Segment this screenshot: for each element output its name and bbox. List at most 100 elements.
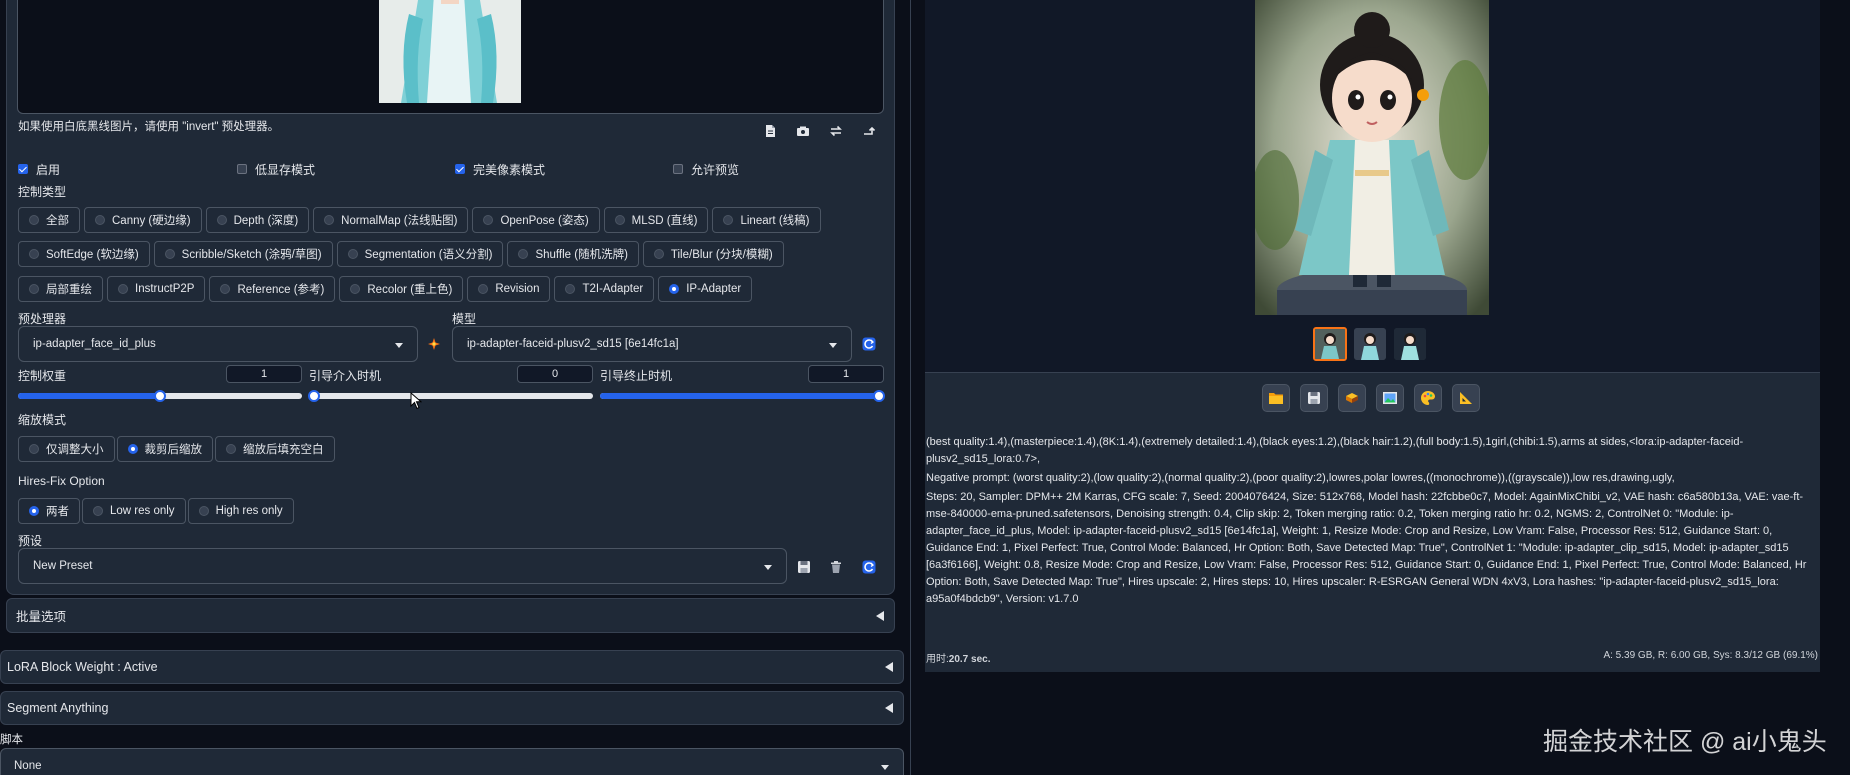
control-type-canny[interactable]: Canny (硬边缘) bbox=[84, 207, 202, 233]
radio-label: Depth (深度) bbox=[233, 215, 299, 227]
radio-label: Shuffle (随机洗牌) bbox=[535, 249, 628, 261]
picture-icon bbox=[1383, 392, 1397, 404]
negative-prompt-text: Negative prompt: (worst quality:2),(low … bbox=[926, 472, 1675, 484]
control-type-lineart[interactable]: Lineart (线稿) bbox=[712, 207, 821, 233]
control-type-row-3: 局部重绘 InstructP2P Reference (参考) Recolor … bbox=[18, 276, 756, 302]
slider-thumb[interactable] bbox=[308, 390, 320, 402]
radio-label: 局部重绘 bbox=[46, 284, 92, 296]
refresh-models-icon[interactable] bbox=[861, 336, 877, 352]
hires-option-group: 两者 Low res only High res only bbox=[18, 498, 298, 524]
control-type-segmentation[interactable]: Segmentation (语义分割) bbox=[336, 241, 504, 267]
preset-dropdown[interactable]: New Preset bbox=[18, 548, 787, 584]
chevron-down-icon bbox=[881, 765, 889, 770]
watermark: 掘金技术社区 @ ai小鬼头 bbox=[1543, 728, 1827, 756]
resize-and-fill[interactable]: 缩放后填充空白 bbox=[215, 436, 335, 462]
hires-both[interactable]: 两者 bbox=[18, 498, 80, 524]
radio-label: High res only bbox=[215, 505, 283, 517]
control-type-shuffle[interactable]: Shuffle (随机洗牌) bbox=[507, 241, 639, 267]
chevron-down-icon bbox=[829, 343, 837, 348]
zip-button[interactable] bbox=[1338, 384, 1366, 412]
collapse-triangle-icon bbox=[885, 662, 893, 672]
control-type-t2i-adapter[interactable]: T2I-Adapter bbox=[554, 276, 655, 302]
slider-thumb[interactable] bbox=[154, 390, 166, 402]
send-to-inpaint-button[interactable] bbox=[1414, 384, 1442, 412]
save-image-button[interactable] bbox=[1300, 384, 1328, 412]
new-canvas-icon[interactable] bbox=[762, 123, 778, 139]
control-type-depth[interactable]: Depth (深度) bbox=[205, 207, 310, 233]
low-vram-label: 低显存模式 bbox=[255, 163, 316, 177]
guidance-start-label: 引导介入时机 bbox=[309, 369, 382, 383]
column-divider bbox=[910, 0, 911, 775]
radio-dot bbox=[350, 284, 361, 294]
chevron-down-icon bbox=[395, 343, 403, 348]
enable-checkbox[interactable] bbox=[18, 164, 28, 174]
slider-thumb[interactable] bbox=[873, 390, 885, 402]
send-dimensions-icon[interactable] bbox=[861, 123, 877, 139]
delete-preset-icon[interactable] bbox=[828, 559, 844, 575]
radio-dot bbox=[95, 215, 105, 225]
run-preprocessor-icon[interactable] bbox=[426, 336, 442, 352]
radio-dot bbox=[723, 215, 734, 225]
control-type-mlsd[interactable]: MLSD (直线) bbox=[603, 207, 709, 233]
radio-dot bbox=[483, 215, 494, 225]
control-type-normalmap[interactable]: NormalMap (法线贴图) bbox=[313, 207, 469, 233]
low-vram-checkbox[interactable] bbox=[237, 164, 247, 174]
preset-value: New Preset bbox=[33, 560, 93, 572]
control-type-softedge[interactable]: SoftEdge (软边缘) bbox=[18, 241, 150, 267]
resize-crop-and-resize[interactable]: 裁剪后缩放 bbox=[116, 436, 213, 462]
radio-label: Segmentation (语义分割) bbox=[364, 249, 493, 261]
preprocessor-dropdown[interactable]: ip-adapter_face_id_plus bbox=[18, 326, 418, 362]
control-type-revision[interactable]: Revision bbox=[467, 276, 551, 302]
control-type-all[interactable]: 全部 bbox=[18, 207, 80, 233]
camera-icon[interactable] bbox=[795, 123, 811, 139]
weight-input[interactable]: 1 bbox=[226, 365, 302, 383]
pixel-perfect-checkbox[interactable] bbox=[455, 164, 465, 174]
lora-block-weight-accordion[interactable]: LoRA Block Weight : Active bbox=[0, 650, 904, 684]
accordion-title: 批量选项 bbox=[16, 610, 67, 624]
guidance-end-input[interactable]: 1 bbox=[808, 365, 884, 383]
radio-dot bbox=[29, 284, 39, 294]
control-type-instructp2p[interactable]: InstructP2P bbox=[107, 276, 206, 302]
generated-image[interactable] bbox=[1255, 0, 1489, 315]
model-dropdown[interactable]: ip-adapter-faceid-plusv2_sd15 [6e14fc1a] bbox=[452, 326, 852, 362]
resize-mode-group: 仅调整大小 裁剪后缩放 缩放后填充空白 bbox=[18, 436, 339, 462]
thumbnail-3[interactable] bbox=[1394, 328, 1426, 360]
thumbnail-1[interactable] bbox=[1313, 327, 1347, 361]
save-preset-icon[interactable] bbox=[796, 559, 812, 575]
script-dropdown[interactable]: None bbox=[0, 748, 904, 775]
allow-preview-checkbox[interactable] bbox=[673, 164, 683, 174]
thumbnail-2[interactable] bbox=[1354, 328, 1386, 360]
hires-option-label: Hires-Fix Option bbox=[18, 474, 105, 488]
radio-dot bbox=[29, 215, 39, 225]
control-type-recolor[interactable]: Recolor (重上色) bbox=[339, 276, 464, 302]
resize-just-resize[interactable]: 仅调整大小 bbox=[18, 436, 115, 462]
radio-label: 仅调整大小 bbox=[46, 444, 104, 456]
hires-low-res-only[interactable]: Low res only bbox=[82, 498, 186, 524]
refresh-preset-icon[interactable] bbox=[861, 559, 877, 575]
guidance-start-slider[interactable] bbox=[308, 390, 593, 402]
radio-label: MLSD (直线) bbox=[631, 215, 698, 227]
radio-dot bbox=[29, 506, 39, 516]
open-folder-button[interactable] bbox=[1262, 384, 1290, 412]
time-value: 20.7 sec. bbox=[948, 654, 991, 665]
radio-dot bbox=[198, 506, 209, 516]
guidance-end-slider[interactable] bbox=[600, 390, 885, 402]
control-type-scribble[interactable]: Scribble/Sketch (涂鸦/草图) bbox=[153, 241, 333, 267]
send-to-extras-button[interactable] bbox=[1452, 384, 1480, 412]
guidance-start-input[interactable]: 0 bbox=[517, 365, 593, 383]
radio-label: NormalMap (法线贴图) bbox=[341, 215, 458, 227]
send-to-img2img-button[interactable] bbox=[1376, 384, 1404, 412]
control-type-inpaint[interactable]: 局部重绘 bbox=[18, 276, 103, 302]
batch-options-accordion[interactable]: 批量选项 bbox=[6, 598, 895, 633]
control-type-tile[interactable]: Tile/Blur (分块/模糊) bbox=[642, 241, 784, 267]
radio-dot bbox=[478, 284, 489, 294]
control-type-reference[interactable]: Reference (参考) bbox=[209, 276, 336, 302]
radio-dot bbox=[565, 284, 576, 294]
weight-slider[interactable] bbox=[18, 390, 302, 402]
segment-anything-accordion[interactable]: Segment Anything bbox=[0, 691, 904, 725]
hires-high-res-only[interactable]: High res only bbox=[187, 498, 294, 524]
control-type-ip-adapter[interactable]: IP-Adapter bbox=[658, 276, 753, 302]
control-type-openpose[interactable]: OpenPose (姿态) bbox=[472, 207, 600, 233]
swap-icon[interactable] bbox=[828, 123, 844, 139]
slider-fill bbox=[600, 393, 884, 399]
